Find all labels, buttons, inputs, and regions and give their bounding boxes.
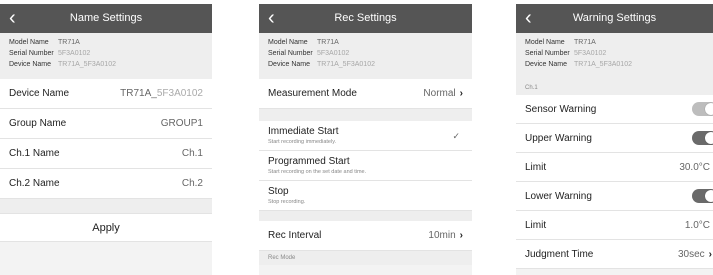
model-name-value: TR71A <box>58 39 80 46</box>
rec-settings-screen: ‹ Rec Settings Model Name TR71A Serial Nu… <box>259 4 472 275</box>
sensor-warning-row: Sensor Warning <box>516 95 713 124</box>
device-info: Model Name TR71A Serial Number 5F3A0102 De… <box>0 33 212 73</box>
toggle-knob <box>705 103 713 115</box>
lower-limit-label: Limit <box>525 219 547 231</box>
rec-mode-section-label: Rec Mode <box>259 251 472 265</box>
device-name-label: Device Name <box>9 88 70 99</box>
ch2-name-field[interactable]: Ch.2 Name Ch.2 <box>0 169 212 199</box>
model-name-label: Model Name <box>525 39 565 46</box>
serial-number-value: 5F3A0102 <box>317 50 350 57</box>
stop-title: Stop <box>268 186 289 197</box>
device-name-label: Device Name <box>268 61 311 68</box>
device-name-value: TR71A_5F3A0102 <box>58 61 116 68</box>
header-bar: ‹ Warning Settings <box>516 4 713 33</box>
immediate-start-subtitle: Start recording immediately. <box>268 139 337 145</box>
serial-number-label: Serial Number <box>9 50 54 57</box>
group-name-value: GROUP1 <box>160 118 203 129</box>
measurement-mode-value: Normal <box>423 88 456 99</box>
model-name-label: Model Name <box>268 39 308 46</box>
lower-limit-row[interactable]: Limit 1.0°C <box>516 211 713 240</box>
serial-number-label: Serial Number <box>268 50 313 57</box>
apply-button[interactable]: Apply <box>0 213 212 242</box>
upper-warning-toggle[interactable] <box>692 131 713 145</box>
screen-title: Rec Settings <box>334 12 397 24</box>
device-info: Model Name TR71A Serial Number 5F3A0102 De… <box>259 33 472 73</box>
checkmark-icon: ✓ <box>452 131 460 141</box>
programmed-start-title: Programmed Start <box>268 156 350 167</box>
device-info: Model Name TR71A Serial Number 5F3A0102 De… <box>516 33 713 73</box>
ch1-name-label: Ch.1 Name <box>9 148 60 159</box>
rec-interval-value: 10min <box>428 230 456 241</box>
model-name-value: TR71A <box>317 39 339 46</box>
upper-limit-row[interactable]: Limit 30.0°C <box>516 153 713 182</box>
screen-title: Name Settings <box>69 12 143 24</box>
judgment-time-row[interactable]: Judgment Time 30sec › <box>516 240 713 269</box>
serial-number-label: Serial Number <box>525 50 570 57</box>
immediate-start-option[interactable]: Immediate Start Start recording immediat… <box>259 121 472 151</box>
device-name-value: TR71A_5F3A0102 <box>317 61 375 68</box>
ch1-name-field[interactable]: Ch.1 Name Ch.1 <box>0 139 212 169</box>
sensor-warning-toggle[interactable] <box>692 102 713 116</box>
rec-interval-row[interactable]: Rec Interval 10min › <box>259 221 472 251</box>
header-bar: ‹ Rec Settings <box>259 4 472 33</box>
sensor-warning-label: Sensor Warning <box>525 103 597 115</box>
lower-warning-row: Lower Warning <box>516 182 713 211</box>
chevron-right-icon: › <box>708 248 712 260</box>
rec-interval-label: Rec Interval <box>268 230 322 241</box>
programmed-start-subtitle: Start recording on the set date and time… <box>268 169 367 175</box>
judgment-time-value: 30sec <box>677 248 705 260</box>
group-name-label: Group Name <box>9 118 67 129</box>
upper-limit-value: 30.0°C <box>679 161 710 173</box>
stop-option[interactable]: Stop Stop recording. <box>259 181 472 211</box>
device-name-prefix: TR71A_ <box>120 88 157 99</box>
lower-warning-label: Lower Warning <box>525 190 592 202</box>
device-name-label: Device Name <box>9 61 52 68</box>
header-bar: ‹ Name Settings <box>0 4 212 33</box>
screen-title: Warning Settings <box>572 12 657 24</box>
serial-number-value: 5F3A0102 <box>58 50 91 57</box>
measurement-mode-label: Measurement Mode <box>268 88 357 99</box>
serial-number-value: 5F3A0102 <box>574 50 607 57</box>
chevron-right-icon: › <box>459 230 463 241</box>
group-name-field[interactable]: Group Name GROUP1 <box>0 109 212 139</box>
ch2-name-value: Ch.2 <box>181 178 203 189</box>
device-name-field[interactable]: Device Name TR71A_5F3A0102 <box>0 79 212 109</box>
device-name-value: TR71A_5F3A0102 <box>574 61 632 68</box>
upper-limit-label: Limit <box>525 161 547 173</box>
chevron-right-icon: › <box>459 88 463 99</box>
upper-warning-row: Upper Warning <box>516 124 713 153</box>
device-name-label: Device Name <box>525 61 568 68</box>
immediate-start-title: Immediate Start <box>268 126 339 137</box>
model-name-value: TR71A <box>574 39 596 46</box>
lower-warning-toggle[interactable] <box>692 189 713 203</box>
device-name-suffix: 5F3A0102 <box>156 88 203 99</box>
toggle-knob <box>705 190 713 202</box>
model-name-label: Model Name <box>9 39 49 46</box>
upper-warning-label: Upper Warning <box>525 132 592 144</box>
lower-limit-value: 1.0°C <box>684 219 710 231</box>
judgment-time-label: Judgment Time <box>525 248 594 260</box>
measurement-mode-row[interactable]: Measurement Mode Normal › <box>259 79 472 109</box>
toggle-knob <box>705 132 713 144</box>
name-settings-screen: ‹ Name Settings Model Name TR71A Serial N… <box>0 4 212 275</box>
ch1-section-label: Ch.1 <box>516 73 713 95</box>
warning-settings-screen: ‹ Warning Settings Model Name TR71A Seria… <box>516 4 713 275</box>
ch1-name-value: Ch.1 <box>181 148 203 159</box>
stop-subtitle: Stop recording. <box>268 199 306 205</box>
programmed-start-option[interactable]: Programmed Start Start recording on the … <box>259 151 472 181</box>
ch2-name-label: Ch.2 Name <box>9 178 60 189</box>
